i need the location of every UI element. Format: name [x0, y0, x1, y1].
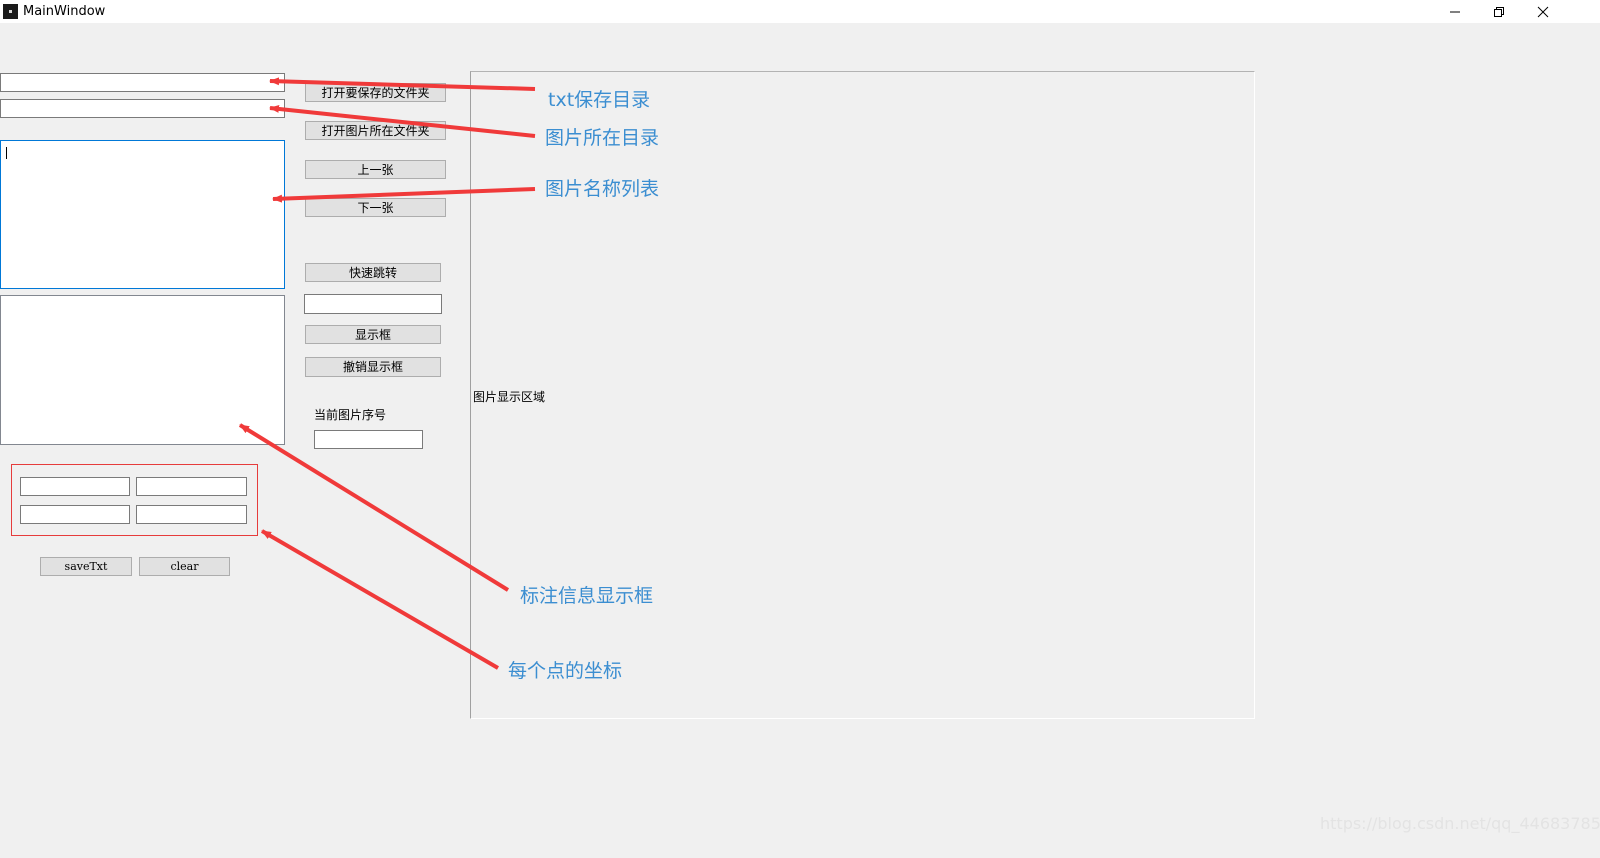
minimize-button[interactable] — [1432, 0, 1478, 23]
restore-icon — [1494, 6, 1504, 17]
annotation-label-info: 标注信息显示框 — [520, 585, 654, 607]
watermark: https://blog.csdn.net/qq_44683785 — [1320, 814, 1600, 833]
quick-jump-button[interactable]: 快速跳转 — [305, 263, 441, 282]
save-dir-input[interactable] — [0, 73, 285, 92]
coord-input-4[interactable] — [136, 505, 247, 524]
annotation-image-dir: 图片所在目录 — [545, 127, 660, 149]
close-button[interactable] — [1520, 0, 1566, 23]
coord-input-3[interactable] — [20, 505, 130, 524]
restore-button[interactable] — [1476, 0, 1522, 23]
save-txt-button[interactable]: saveTxt — [40, 557, 132, 576]
current-index-input[interactable] — [314, 430, 423, 449]
open-save-folder-button[interactable]: 打开要保存的文件夹 — [305, 83, 446, 102]
jump-index-input[interactable] — [304, 294, 442, 314]
image-dir-input[interactable] — [0, 99, 285, 118]
label-info-textbox[interactable] — [0, 295, 285, 445]
undo-box-button[interactable]: 撤销显示框 — [305, 357, 441, 377]
next-image-button[interactable]: 下一张 — [305, 198, 446, 217]
coord-input-2[interactable] — [136, 477, 247, 496]
window-title: MainWindow — [23, 4, 106, 19]
close-icon — [1537, 6, 1549, 17]
arrow-label-info — [238, 423, 510, 592]
annotation-name-list: 图片名称列表 — [545, 178, 660, 200]
app-icon — [3, 4, 18, 19]
arrow-point-coords — [260, 529, 500, 670]
image-area-label: 图片显示区域 — [473, 390, 546, 404]
image-display-area[interactable]: 图片显示区域 — [470, 71, 1255, 719]
image-name-list[interactable] — [0, 140, 285, 289]
current-index-label: 当前图片序号 — [314, 408, 387, 422]
annotation-txt-dir: txt保存目录 — [548, 89, 651, 111]
show-box-button[interactable]: 显示框 — [305, 325, 441, 344]
coord-input-1[interactable] — [20, 477, 130, 496]
minimize-icon — [1450, 11, 1460, 12]
prev-image-button[interactable]: 上一张 — [305, 160, 446, 179]
text-caret — [6, 147, 7, 159]
open-image-folder-button[interactable]: 打开图片所在文件夹 — [305, 121, 446, 140]
point-coords-group — [11, 464, 258, 536]
clear-button[interactable]: clear — [139, 557, 230, 576]
title-bar: MainWindow — [0, 0, 1600, 23]
annotation-point-coords: 每个点的坐标 — [508, 660, 623, 682]
